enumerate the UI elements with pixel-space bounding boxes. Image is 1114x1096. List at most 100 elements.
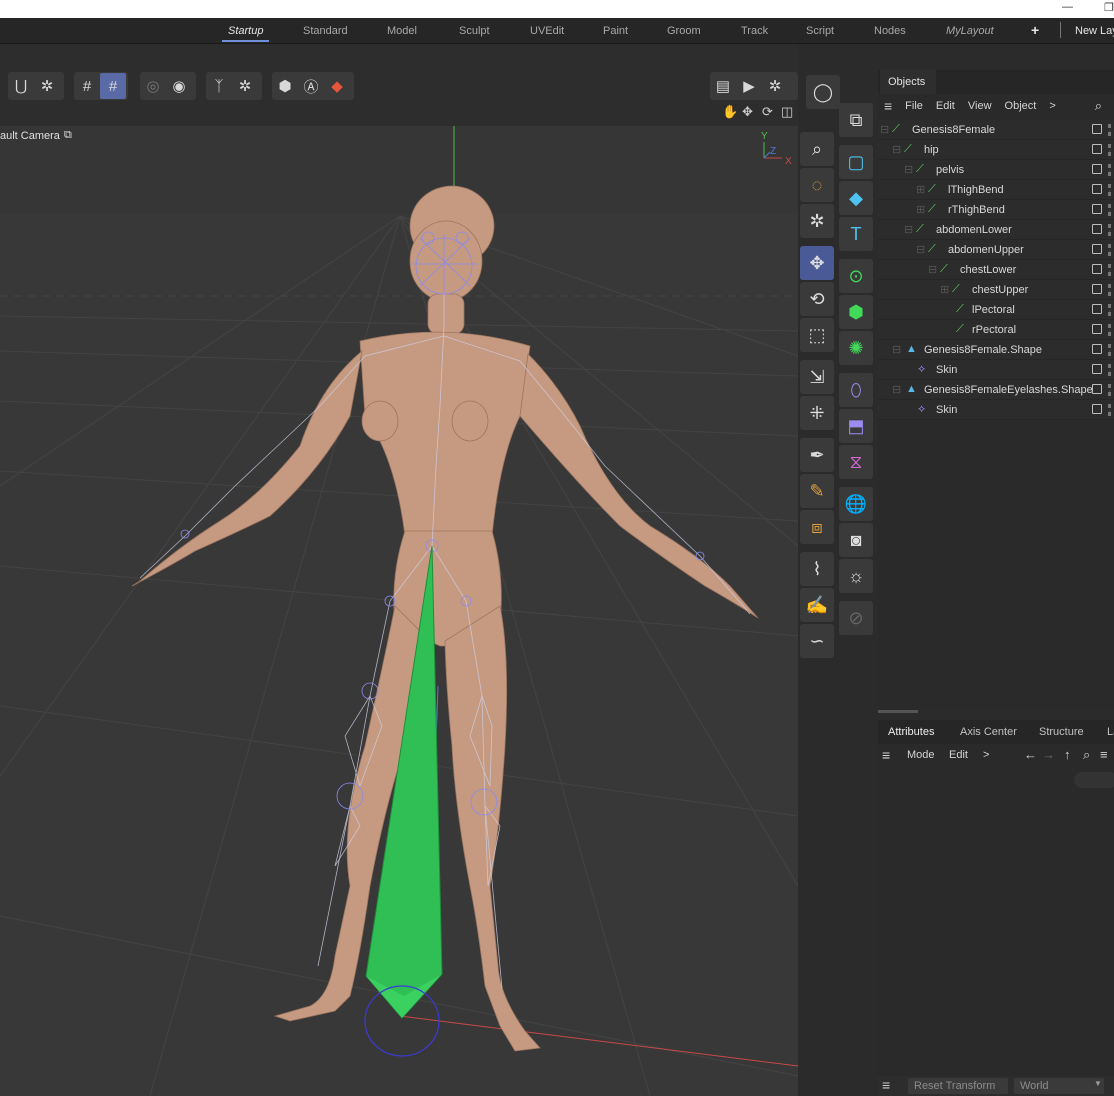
tree-row[interactable]: ⊟ ▲ Genesis8FemaleEyelashes.Shape: [878, 380, 1114, 400]
tree-row[interactable]: ⟡ Skin: [878, 360, 1114, 380]
target-settings-icon[interactable]: ◉: [166, 73, 192, 99]
tab-standard[interactable]: Standard: [303, 25, 348, 37]
transfer-tool-icon[interactable]: ⁜: [800, 396, 834, 430]
edit-icon[interactable]: [1092, 124, 1102, 134]
brush-tool-icon[interactable]: ⌇: [800, 552, 834, 586]
edit-icon[interactable]: [1092, 164, 1102, 174]
tab-uvedit[interactable]: UVEdit: [530, 25, 564, 37]
tab-startup[interactable]: Startup: [228, 25, 263, 37]
collapse-toggle-icon[interactable]: ⊟: [916, 243, 925, 256]
select-settings-icon[interactable]: ✲: [800, 204, 834, 238]
edit-icon[interactable]: [1092, 344, 1102, 354]
edit-icon[interactable]: [1092, 404, 1102, 414]
display-text-icon[interactable]: Ⓐ: [298, 73, 324, 99]
menu-edit[interactable]: Edit: [936, 100, 955, 112]
tree-row[interactable]: ⊟ ⟋ pelvis: [878, 160, 1114, 180]
tree-row[interactable]: ⊞ ⟋ rThighBend: [878, 200, 1114, 220]
collapse-toggle-icon[interactable]: ⊟: [904, 223, 913, 236]
minimize-button[interactable]: —: [1062, 1, 1073, 13]
visibility-dots-icon[interactable]: [1108, 144, 1111, 156]
visibility-dots-icon[interactable]: [1108, 204, 1111, 216]
up-arrow-icon[interactable]: ↑: [1064, 747, 1071, 762]
menu-view[interactable]: View: [968, 100, 992, 112]
deformer-icon[interactable]: ⬯: [839, 373, 873, 407]
rotate-view-icon[interactable]: ⟳: [762, 104, 773, 120]
edit-icon[interactable]: [1092, 144, 1102, 154]
snap-magnet-icon[interactable]: ⋃: [8, 73, 34, 99]
collapse-toggle-icon[interactable]: ⊟: [904, 163, 913, 176]
environment-icon[interactable]: 🌐: [839, 487, 873, 521]
tab-groom[interactable]: Groom: [667, 25, 701, 37]
visibility-dots-icon[interactable]: [1108, 384, 1111, 396]
tree-row[interactable]: ⟋ lPectoral: [878, 300, 1114, 320]
tab-mylayout[interactable]: MyLayout: [946, 25, 994, 37]
edit-icon[interactable]: [1092, 284, 1102, 294]
search-icon[interactable]: ⌕: [1083, 747, 1090, 763]
shading-hex-icon[interactable]: ⬢: [272, 73, 298, 99]
hamburger-menu-icon[interactable]: ≡: [884, 98, 892, 114]
visibility-dots-icon[interactable]: [1108, 164, 1111, 176]
tab-model[interactable]: Model: [387, 25, 417, 37]
hamburger-menu-icon[interactable]: ≡: [882, 747, 890, 763]
tab-paint[interactable]: Paint: [603, 25, 628, 37]
visibility-dots-icon[interactable]: [1108, 364, 1111, 376]
live-selection-icon[interactable]: ◌: [800, 168, 834, 202]
visibility-dots-icon[interactable]: [1108, 304, 1111, 316]
render-picture-viewer-icon[interactable]: ▶: [736, 73, 762, 99]
collapse-toggle-icon[interactable]: ⊟: [928, 263, 937, 276]
sketch-pen-icon[interactable]: ✍: [800, 588, 834, 622]
array-icon[interactable]: ⬢: [839, 295, 873, 329]
objects-scrollbar[interactable]: [878, 710, 918, 713]
ffd-icon[interactable]: ⬒: [839, 409, 873, 443]
field-icon[interactable]: ⧖: [839, 445, 873, 479]
tree-row[interactable]: ⊟ ⟋ abdomenLower: [878, 220, 1114, 240]
visibility-dots-icon[interactable]: [1108, 244, 1111, 256]
tree-row[interactable]: ⊞ ⟋ chestUpper: [878, 280, 1114, 300]
tab-script[interactable]: Script: [806, 25, 834, 37]
edit-icon[interactable]: [1092, 184, 1102, 194]
workplane-grid-icon[interactable]: #: [100, 73, 126, 99]
zoom-tool-icon[interactable]: ⌕: [800, 132, 834, 166]
reset-transform-button[interactable]: Reset Transform: [908, 1078, 1008, 1094]
scale-tool-icon[interactable]: ⬚: [800, 318, 834, 352]
maximize-view-icon[interactable]: ◫: [781, 104, 793, 120]
tree-row[interactable]: ⊟ ⟋ Genesis8Female: [878, 120, 1114, 140]
edit-icon[interactable]: [1092, 204, 1102, 214]
new-layout-button[interactable]: New Lay: [1075, 25, 1114, 37]
visibility-dots-icon[interactable]: [1108, 404, 1111, 416]
tab-attributes[interactable]: Attributes: [888, 726, 934, 738]
expand-toggle-icon[interactable]: ⊞: [916, 203, 925, 216]
symmetry-icon[interactable]: ᛉ: [206, 73, 232, 99]
move-view-icon[interactable]: ✥: [742, 104, 753, 120]
tab-structure[interactable]: Structure: [1039, 726, 1084, 738]
expand-toggle-icon[interactable]: ⊞: [916, 183, 925, 196]
edit-icon[interactable]: [1092, 384, 1102, 394]
tree-row[interactable]: ⊞ ⟋ lThighBend: [878, 180, 1114, 200]
restore-button[interactable]: ❐: [1104, 1, 1114, 14]
menu-object[interactable]: Object: [1005, 100, 1037, 112]
object-mode-icon[interactable]: ⧉: [839, 103, 873, 137]
menu-mode[interactable]: Mode: [907, 749, 935, 761]
camera-icon[interactable]: ⧉: [64, 129, 72, 142]
tree-row[interactable]: ⊟ ▲ Genesis8Female.Shape: [878, 340, 1114, 360]
collapse-toggle-icon[interactable]: ⊟: [892, 383, 901, 396]
collapse-toggle-icon[interactable]: ⊟: [892, 343, 901, 356]
collapse-toggle-icon[interactable]: ⊟: [892, 143, 901, 156]
tree-row[interactable]: ⟡ Skin: [878, 400, 1114, 420]
search-icon[interactable]: ⌕: [1095, 98, 1102, 114]
text-spline-icon[interactable]: T: [839, 217, 873, 251]
tab-sculpt[interactable]: Sculpt: [459, 25, 490, 37]
snap-settings-icon[interactable]: ✲: [34, 73, 60, 99]
cloner-icon[interactable]: ⊙: [839, 259, 873, 293]
spline-point-icon[interactable]: ✎: [800, 474, 834, 508]
tab-axis-center[interactable]: Axis Center: [960, 726, 1017, 738]
add-layout-button[interactable]: +: [1031, 22, 1039, 38]
gear-generator-icon[interactable]: ✺: [839, 331, 873, 365]
edit-icon[interactable]: [1092, 324, 1102, 334]
symmetry-settings-icon[interactable]: ✲: [232, 73, 258, 99]
visibility-dots-icon[interactable]: [1108, 124, 1111, 136]
visibility-dots-icon[interactable]: [1108, 264, 1111, 276]
edit-icon[interactable]: [1092, 304, 1102, 314]
menu-more[interactable]: >: [1049, 100, 1055, 112]
menu-more[interactable]: >: [983, 749, 989, 761]
